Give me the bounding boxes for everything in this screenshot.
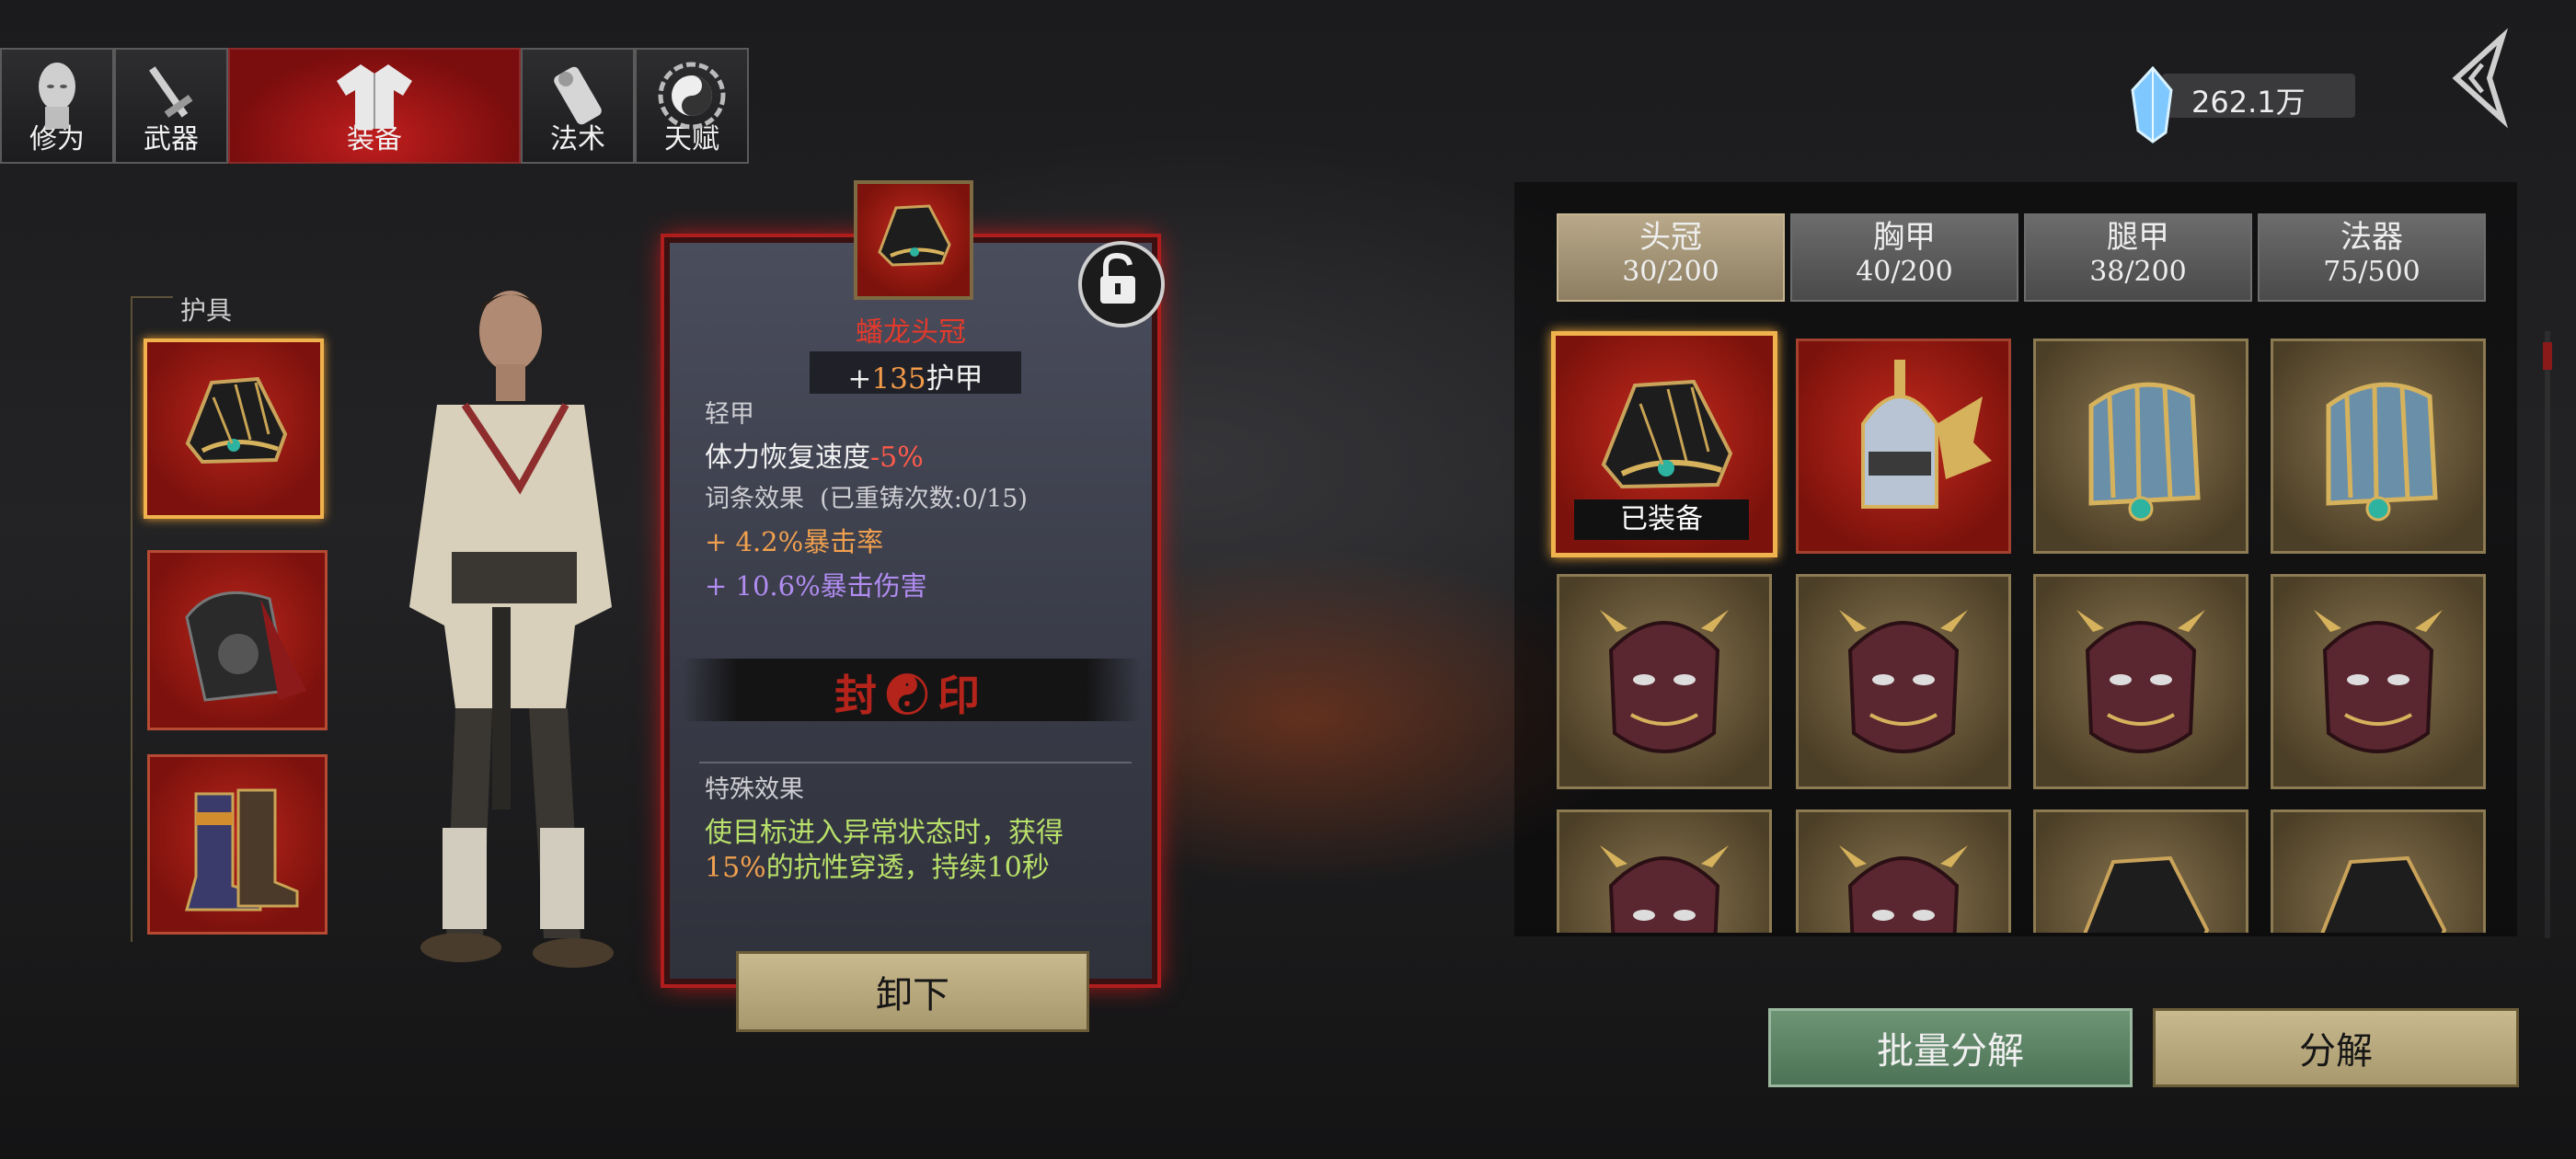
tab-cultivation[interactable]: 修为 [0, 48, 114, 164]
sword-icon [149, 66, 193, 118]
equipped-badge: 已装备 [1574, 499, 1749, 540]
inventory-item[interactable] [2033, 339, 2248, 554]
dragon-crown-icon [2083, 855, 2210, 933]
decompose-label: 分解 [2299, 1030, 2373, 1073]
dragon-crown-icon [2320, 855, 2447, 933]
category-tab-legs[interactable]: 腿甲 38/200 [2024, 213, 2252, 302]
yin-yang-icon [658, 62, 726, 130]
item-name: 蟠龙头冠 [856, 316, 966, 349]
detail-item-slot [854, 180, 973, 300]
top-tab-bar: 修为 武器 装备 法术 天赋 [0, 48, 749, 164]
demon-mask-icon [1600, 610, 1729, 753]
inventory-item[interactable] [2033, 809, 2248, 933]
category-tab-crown[interactable]: 头冠 30/200 [1557, 213, 1785, 302]
stat-value: -5% [870, 442, 924, 474]
inventory-item[interactable] [1796, 574, 2011, 789]
inventory-item[interactable] [2271, 339, 2486, 554]
detail-divider [699, 762, 1132, 763]
unequip-label: 卸下 [876, 974, 949, 1016]
armor-slot-chest[interactable] [147, 550, 328, 730]
back-icon[interactable] [2438, 28, 2521, 129]
batch-decompose-button[interactable]: 批量分解 [1768, 1008, 2133, 1087]
demon-mask-icon [1600, 845, 1729, 933]
category-name: 胸甲 [1873, 219, 1936, 256]
special-line-2: 15%的抗性穿透，持续10秒 [705, 844, 1050, 885]
unequip-button[interactable]: 卸下 [736, 951, 1089, 1032]
affix-header: 词条效果 [705, 485, 804, 513]
tab-equipment[interactable]: 装备 [228, 48, 521, 164]
armor-slot-legs[interactable] [147, 754, 328, 935]
head-icon [39, 63, 75, 129]
category-name: 头冠 [1639, 219, 1702, 256]
inventory-item[interactable] [2033, 574, 2248, 789]
boots-icon [185, 788, 299, 912]
category-count: 75/500 [2323, 256, 2421, 288]
inventory-item[interactable] [1557, 574, 1772, 789]
affix-crit-rate: + 4.2%暴击率 [705, 526, 884, 557]
affix-header-line: 词条效果 (已重铸次数:0/15) [705, 478, 1028, 514]
currency-display: 262.1万 [2125, 66, 2355, 143]
special-line-2-text: 的抗性穿透，持续10秒 [765, 852, 1050, 884]
special-header: 特殊效果 [705, 775, 804, 804]
blue-crown-icon [2326, 382, 2438, 522]
inventory-row-clipped [1546, 806, 2502, 933]
special-value: 15% [705, 852, 766, 884]
armor-slot-head[interactable] [144, 339, 324, 519]
category-tab-artifact[interactable]: 法器 75/500 [2258, 213, 2486, 302]
decompose-button[interactable]: 分解 [2153, 1008, 2519, 1087]
category-count: 30/200 [1622, 256, 1719, 288]
inventory-item[interactable] [2271, 809, 2486, 933]
inventory-scrollbar-thumb[interactable] [2543, 342, 2552, 370]
seal-label: 封☯印 [834, 671, 989, 720]
tab-spell[interactable]: 法术 [521, 48, 635, 164]
category-name: 腿甲 [2107, 219, 2169, 256]
unlock-icon [1100, 252, 1135, 304]
tab-weapon[interactable]: 武器 [114, 48, 228, 164]
category-tab-chest[interactable]: 胸甲 40/200 [1790, 213, 2018, 302]
armor-suffix: 护甲 [926, 362, 983, 396]
winged-helmet-icon [1861, 360, 1992, 509]
inventory-item[interactable]: 已装备 [1551, 331, 1777, 557]
stat-line: 体力恢复速度-5% [705, 434, 924, 475]
armor-prefix: + [847, 362, 872, 396]
demon-mask-icon [2076, 610, 2205, 753]
shoulder-armor-icon [185, 591, 306, 702]
inventory-item[interactable] [1796, 809, 2011, 933]
dragon-crown-icon [878, 204, 951, 267]
demon-mask-icon [1839, 610, 1968, 753]
crystal-icon [2131, 66, 2173, 143]
inventory-item[interactable] [1796, 339, 2011, 554]
category-name: 法器 [2340, 219, 2403, 256]
category-count: 38/200 [2089, 256, 2187, 288]
robe-icon [337, 64, 412, 129]
demon-mask-icon [1839, 845, 1968, 933]
inventory-scrollbar-track[interactable] [2545, 331, 2550, 938]
weight-class: 轻甲 [705, 400, 754, 429]
character-figure [409, 291, 614, 968]
dragon-crown-icon [185, 376, 288, 465]
armor-value: +135护甲 [810, 355, 1021, 396]
blue-crown-icon [2088, 382, 2201, 522]
inventory-item[interactable] [1557, 809, 1772, 933]
batch-decompose-label: 批量分解 [1877, 1030, 2024, 1073]
reforge-count: (已重铸次数:0/15) [820, 485, 1028, 513]
armor-slot-title: 护具 [180, 295, 233, 326]
scroll-icon [554, 66, 602, 125]
inventory-item[interactable] [2271, 574, 2486, 789]
category-count: 40/200 [1856, 256, 1953, 288]
demon-mask-icon [2314, 610, 2443, 753]
tab-talent[interactable]: 天赋 [635, 48, 749, 164]
armor-number: 135 [871, 362, 926, 396]
stat-label: 体力恢复速度 [705, 442, 870, 474]
currency-value: 262.1万 [2191, 85, 2306, 120]
affix-crit-damage: + 10.6%暴击伤害 [705, 570, 927, 602]
